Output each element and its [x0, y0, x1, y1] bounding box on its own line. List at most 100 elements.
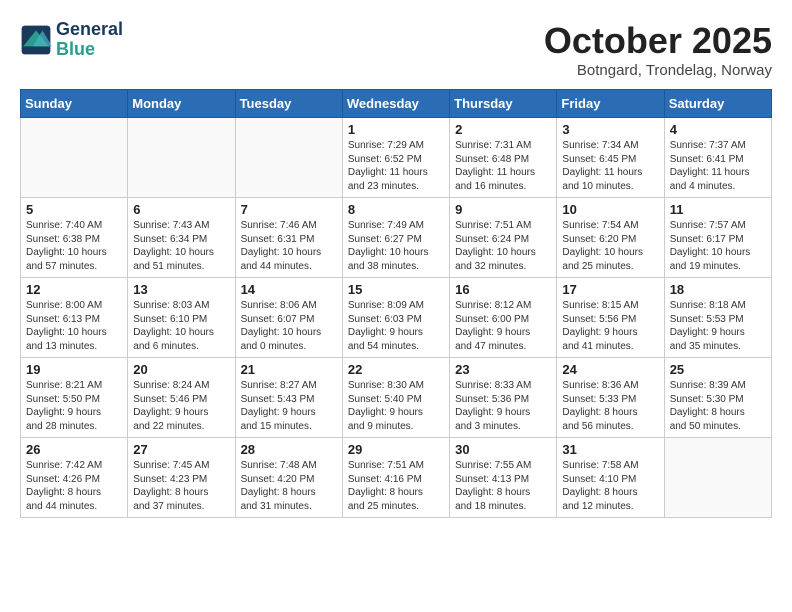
day-number: 12 — [26, 282, 122, 297]
logo-icon — [20, 24, 52, 56]
week-row-4: 19 Sunrise: 8:21 AMSunset: 5:50 PMDayligh… — [21, 358, 772, 438]
calendar-cell: 21 Sunrise: 8:27 AMSunset: 5:43 PMDayligh… — [235, 358, 342, 438]
month-title: October 2025 — [544, 20, 772, 62]
day-number: 26 — [26, 442, 122, 457]
day-number: 16 — [455, 282, 551, 297]
calendar-cell: 6Sunrise: 7:43 AMSunset: 6:34 PMDaylight… — [128, 198, 235, 278]
weekday-header-friday: Friday — [557, 90, 664, 118]
calendar-cell: 11Sunrise: 7:57 AMSunset: 6:17 PMDayligh… — [664, 198, 771, 278]
calendar-cell: 4Sunrise: 7:37 AMSunset: 6:41 PMDaylight… — [664, 118, 771, 198]
calendar-cell: 8 Sunrise: 7:49 AMSunset: 6:27 PMDaylight… — [342, 198, 449, 278]
calendar-cell: 10Sunrise: 7:54 AMSunset: 6:20 PMDayligh… — [557, 198, 664, 278]
calendar-cell: 13 Sunrise: 8:03 AMSunset: 6:10 PMDayligh… — [128, 278, 235, 358]
day-number: 31 — [562, 442, 658, 457]
calendar-cell: 29 Sunrise: 7:51 AMSunset: 4:16 PMDayligh… — [342, 438, 449, 518]
calendar-table: SundayMondayTuesdayWednesdayThursdayFrid… — [20, 89, 772, 518]
day-info: Sunrise: 8:27 AMSunset: 5:43 PMDaylight:… — [241, 379, 337, 433]
day-number: 22 — [348, 362, 444, 377]
calendar-cell: 16 Sunrise: 8:12 AMSunset: 6:00 PMDayligh… — [450, 278, 557, 358]
day-number: 30 — [455, 442, 551, 457]
logo-line1: General — [56, 20, 123, 40]
day-number: 13 — [133, 282, 229, 297]
weekday-header-sunday: Sunday — [21, 90, 128, 118]
day-number: 29 — [348, 442, 444, 457]
day-number: 14 — [241, 282, 337, 297]
title-block: October 2025 Botngard, Trondelag, Norway — [544, 20, 772, 79]
calendar-cell: 18 Sunrise: 8:18 AMSunset: 5:53 PMDayligh… — [664, 278, 771, 358]
day-info: Sunrise: 7:46 AMSunset: 6:31 PMDaylight:… — [241, 219, 337, 273]
week-row-1: 1 Sunrise: 7:29 AMSunset: 6:52 PMDaylight… — [21, 118, 772, 198]
day-number: 5 — [26, 202, 122, 217]
page-header: General Blue October 2025 Botngard, Tron… — [20, 20, 772, 79]
day-info: Sunrise: 8:21 AMSunset: 5:50 PMDaylight:… — [26, 379, 122, 433]
day-number: 7 — [241, 202, 337, 217]
day-info: Sunrise: 8:03 AMSunset: 6:10 PMDaylight:… — [133, 299, 229, 353]
calendar-cell: 5Sunrise: 7:40 AMSunset: 6:38 PMDaylight… — [21, 198, 128, 278]
day-info: Sunrise: 7:49 AMSunset: 6:27 PMDaylight:… — [348, 219, 444, 273]
weekday-header-thursday: Thursday — [450, 90, 557, 118]
weekday-header-tuesday: Tuesday — [235, 90, 342, 118]
calendar-cell: 1 Sunrise: 7:29 AMSunset: 6:52 PMDaylight… — [342, 118, 449, 198]
day-info: Sunrise: 8:09 AMSunset: 6:03 PMDaylight:… — [348, 299, 444, 353]
day-info: Sunrise: 8:30 AMSunset: 5:40 PMDaylight:… — [348, 379, 444, 433]
day-info: Sunrise: 8:12 AMSunset: 6:00 PMDaylight:… — [455, 299, 551, 353]
day-number: 11 — [670, 202, 766, 217]
day-number: 1 — [348, 122, 444, 137]
calendar-cell: 3 Sunrise: 7:34 AMSunset: 6:45 PMDaylight… — [557, 118, 664, 198]
day-number: 3 — [562, 122, 658, 137]
day-info: Sunrise: 7:42 AMSunset: 4:26 PMDaylight:… — [26, 459, 122, 513]
day-info: Sunrise: 7:29 AMSunset: 6:52 PMDaylight:… — [348, 139, 444, 193]
weekday-header-row: SundayMondayTuesdayWednesdayThursdayFrid… — [21, 90, 772, 118]
day-number: 18 — [670, 282, 766, 297]
day-info: Sunrise: 8:06 AMSunset: 6:07 PMDaylight:… — [241, 299, 337, 353]
calendar-cell: 23 Sunrise: 8:33 AMSunset: 5:36 PMDayligh… — [450, 358, 557, 438]
day-number: 2 — [455, 122, 551, 137]
calendar-cell — [235, 118, 342, 198]
day-info: Sunrise: 8:36 AMSunset: 5:33 PMDaylight:… — [562, 379, 658, 433]
calendar-cell: 15 Sunrise: 8:09 AMSunset: 6:03 PMDayligh… — [342, 278, 449, 358]
day-info: Sunrise: 7:31 AMSunset: 6:48 PMDaylight:… — [455, 139, 551, 193]
day-number: 21 — [241, 362, 337, 377]
day-number: 25 — [670, 362, 766, 377]
calendar-cell: 26 Sunrise: 7:42 AMSunset: 4:26 PMDayligh… — [21, 438, 128, 518]
day-number: 24 — [562, 362, 658, 377]
day-info: Sunrise: 7:34 AMSunset: 6:45 PMDaylight:… — [562, 139, 658, 193]
day-number: 15 — [348, 282, 444, 297]
logo: General Blue — [20, 20, 123, 60]
day-info: Sunrise: 8:24 AMSunset: 5:46 PMDaylight:… — [133, 379, 229, 433]
calendar-cell: 12 Sunrise: 8:00 AMSunset: 6:13 PMDayligh… — [21, 278, 128, 358]
calendar-cell: 2 Sunrise: 7:31 AMSunset: 6:48 PMDaylight… — [450, 118, 557, 198]
calendar-cell: 27Sunrise: 7:45 AMSunset: 4:23 PMDayligh… — [128, 438, 235, 518]
calendar-cell: 9Sunrise: 7:51 AMSunset: 6:24 PMDaylight… — [450, 198, 557, 278]
calendar-cell: 24 Sunrise: 8:36 AMSunset: 5:33 PMDayligh… — [557, 358, 664, 438]
day-number: 20 — [133, 362, 229, 377]
day-info: Sunrise: 8:18 AMSunset: 5:53 PMDaylight:… — [670, 299, 766, 353]
calendar-cell: 30Sunrise: 7:55 AMSunset: 4:13 PMDayligh… — [450, 438, 557, 518]
day-info: Sunrise: 8:00 AMSunset: 6:13 PMDaylight:… — [26, 299, 122, 353]
weekday-header-wednesday: Wednesday — [342, 90, 449, 118]
day-number: 19 — [26, 362, 122, 377]
day-number: 8 — [348, 202, 444, 217]
day-number: 28 — [241, 442, 337, 457]
day-number: 23 — [455, 362, 551, 377]
day-info: Sunrise: 8:33 AMSunset: 5:36 PMDaylight:… — [455, 379, 551, 433]
day-info: Sunrise: 8:39 AMSunset: 5:30 PMDaylight:… — [670, 379, 766, 433]
week-row-2: 5Sunrise: 7:40 AMSunset: 6:38 PMDaylight… — [21, 198, 772, 278]
day-number: 4 — [670, 122, 766, 137]
day-info: Sunrise: 7:48 AMSunset: 4:20 PMDaylight:… — [241, 459, 337, 513]
weekday-header-monday: Monday — [128, 90, 235, 118]
calendar-cell: 19 Sunrise: 8:21 AMSunset: 5:50 PMDayligh… — [21, 358, 128, 438]
day-info: Sunrise: 7:58 AMSunset: 4:10 PMDaylight:… — [562, 459, 658, 513]
calendar-cell — [664, 438, 771, 518]
day-number: 27 — [133, 442, 229, 457]
day-info: Sunrise: 7:51 AMSunset: 6:24 PMDaylight:… — [455, 219, 551, 273]
calendar-cell — [128, 118, 235, 198]
calendar-cell: 25 Sunrise: 8:39 AMSunset: 5:30 PMDayligh… — [664, 358, 771, 438]
calendar-cell — [21, 118, 128, 198]
calendar-cell: 14 Sunrise: 8:06 AMSunset: 6:07 PMDayligh… — [235, 278, 342, 358]
day-number: 6 — [133, 202, 229, 217]
calendar-cell: 22 Sunrise: 8:30 AMSunset: 5:40 PMDayligh… — [342, 358, 449, 438]
logo-line2: Blue — [56, 40, 123, 60]
day-info: Sunrise: 7:51 AMSunset: 4:16 PMDaylight:… — [348, 459, 444, 513]
logo-text: General Blue — [56, 20, 123, 60]
